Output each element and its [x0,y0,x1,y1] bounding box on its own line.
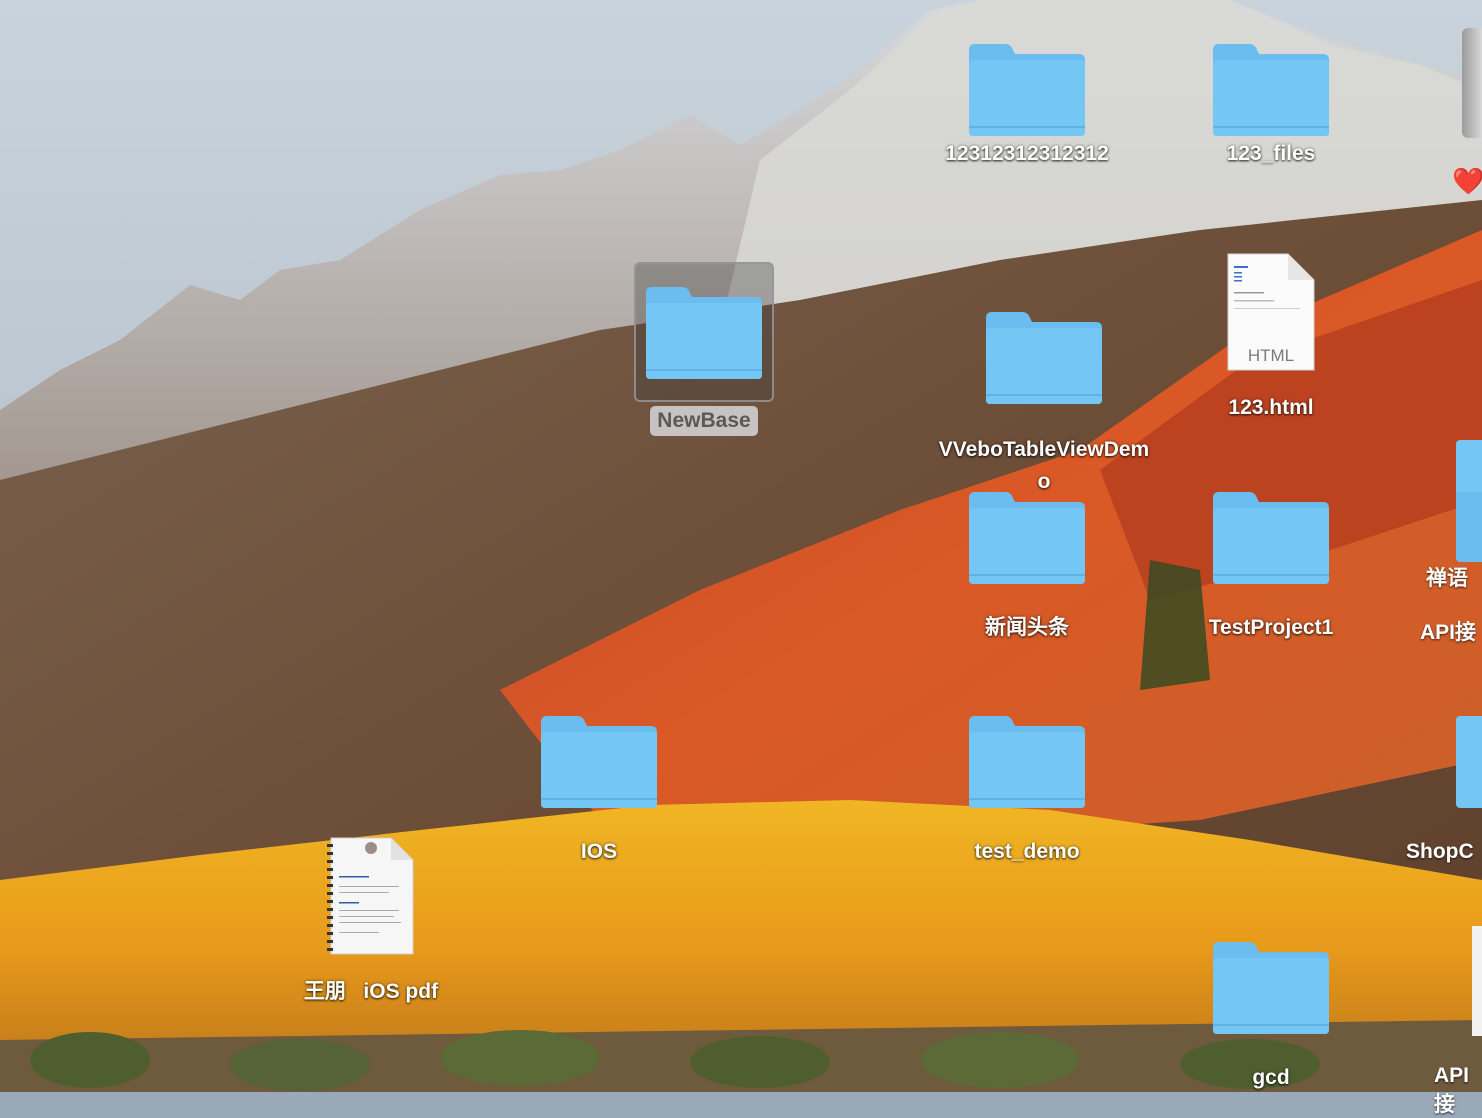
desktop-icon-label: ShopC [1406,840,1474,863]
folder-icon [1211,40,1331,138]
pdf-document-icon [325,836,417,956]
desktop-file-pdf[interactable]: 王朋 iOS pdf [266,836,476,1008]
desktop-icon-label: 王朋 iOS pdf [303,980,439,1003]
desktop-icon-label: 123.html [1228,396,1314,419]
desktop-icon-label: NewBase [650,406,758,436]
file-type-badge: HTML [1247,346,1295,365]
desktop-folder-gcd[interactable]: gcd [1166,938,1376,1094]
folder-icon [984,308,1104,406]
desktop-icon-label: test_demo [974,840,1080,863]
folder-icon [967,712,1087,810]
desktop-folder-news[interactable]: 新闻头条 [922,488,1132,644]
folder-icon [967,40,1087,138]
hard-disk-icon[interactable] [1462,28,1482,138]
desktop-folder-ios[interactable]: IOS [494,712,704,868]
desktop-folder-12312312312312[interactable]: 12312312312312 [922,40,1132,170]
desktop-icon-label: 123_files [1226,142,1316,165]
desktop-folder-test-demo[interactable]: test_demo [922,712,1132,868]
desktop-folder-vvebo[interactable]: VVeboTableViewDemo [934,308,1154,498]
folder-icon [1211,488,1331,586]
folder-icon [1211,938,1331,1036]
folder-icon [634,262,774,402]
desktop-folder-newbase[interactable]: NewBase [634,262,774,436]
desktop-icon-label: 12312312312312 [945,142,1109,165]
desktop-icon-label: TestProject1 [1208,616,1334,639]
document-icon[interactable] [1472,926,1482,1036]
html-document-icon: HTML [1226,252,1316,372]
desktop-icon-label: IOS [580,840,618,863]
desktop-icon-label: gcd [1252,1066,1290,1089]
desktop-icon-label: API接 [1434,1064,1470,1116]
desktop-file-123-html[interactable]: HTML 123.html [1166,252,1376,424]
heart-icon: ❤️ [1452,166,1482,196]
desktop-folder-partial-shop[interactable] [1456,716,1482,808]
desktop-icon-label: 禅语 [1426,567,1468,590]
folder-icon [539,712,659,810]
desktop-icon-label: API接 [1420,621,1477,644]
folder-icon [967,488,1087,586]
folder-icon [1456,492,1482,562]
desktop-folder-123-files[interactable]: 123_files [1166,40,1376,170]
desktop-icon-label: 新闻头条 [985,616,1069,639]
desktop-folder-testproject1[interactable]: TestProject1 [1166,488,1376,644]
